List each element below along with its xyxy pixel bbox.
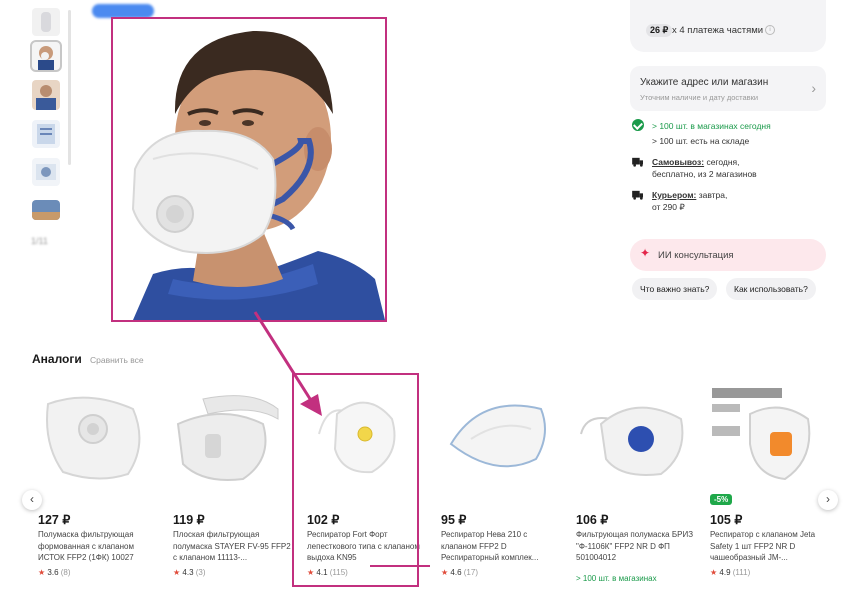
thumbnail-3[interactable]: [32, 80, 60, 110]
discount-badge: -5%: [710, 494, 733, 505]
address-subtitle: Уточним наличие и дату доставки: [640, 93, 759, 102]
product-image: [46, 396, 141, 480]
ai-consult-button[interactable]: ✦ ИИ консультация: [630, 239, 826, 271]
ai-consult-label: ИИ консультация: [658, 250, 734, 261]
carousel-prev-button[interactable]: ‹: [22, 490, 42, 510]
thumbnail-2[interactable]: [30, 40, 62, 72]
compare-all-link[interactable]: Сравнить все: [90, 355, 144, 365]
thumbnail-6[interactable]: [32, 200, 60, 220]
carousel-next-button[interactable]: ›: [818, 490, 838, 510]
info-icon[interactable]: i: [765, 25, 776, 36]
stock-stores: > 100 шт. в магазинах сегодня: [652, 121, 771, 131]
sparkle-icon: ✦: [640, 246, 651, 260]
product-card[interactable]: -5% 105 ₽ Респиратор с клапаном Jeta Saf…: [710, 384, 830, 589]
chevron-right-icon: ›: [826, 492, 830, 506]
chevron-left-icon: ‹: [30, 492, 34, 506]
product-price: 106 ₽: [576, 513, 609, 527]
star-icon: ★: [710, 568, 718, 577]
star-icon: ★: [441, 568, 449, 577]
product-price: 127 ₽: [38, 513, 71, 527]
pickup-info: Самовывоз: сегодня, бесплатно, из 2 мага…: [652, 157, 757, 179]
product-price: 95 ₽: [441, 513, 467, 527]
thumbnail-1[interactable]: [32, 8, 60, 36]
product-image: [318, 401, 396, 474]
product-card[interactable]: 102 ₽ Респиратор Fort Форт лепесткового …: [307, 384, 427, 589]
courier-link[interactable]: Курьером:: [652, 190, 696, 200]
address-selector[interactable]: Укажите адрес или магазин Уточним наличи…: [630, 66, 826, 111]
product-rating: ★ 4.9 (111): [710, 568, 751, 577]
product-rating: ★ 4.3 (3): [173, 568, 206, 577]
product-availability: > 100 шт. в магазинах: [576, 574, 657, 583]
star-icon: ★: [173, 568, 181, 577]
thumbnail-scrollbar[interactable]: [68, 10, 71, 165]
pickup-icon: [632, 157, 643, 167]
installment-price: 26 ₽: [646, 24, 673, 37]
product-price: 119 ₽: [173, 513, 205, 527]
product-name[interactable]: Респиратор с клапаном Jeta Safety 1 шт F…: [710, 529, 830, 564]
thumbnail-4[interactable]: [32, 120, 60, 148]
product-name[interactable]: Полумаска фильтрующая формованная с клап…: [38, 529, 158, 564]
product-rating: ★ 4.1 (115): [307, 568, 348, 577]
product-name[interactable]: Плоская фильтрующая полумаска STAYER FV-…: [173, 529, 293, 564]
product-card[interactable]: 127 ₽ Полумаска фильтрующая формованная …: [38, 384, 158, 589]
chevron-right-icon: ›: [811, 80, 816, 96]
product-price: 102 ₽: [307, 513, 340, 527]
product-image: [712, 388, 811, 481]
courier-icon: [632, 190, 643, 200]
product-name[interactable]: Респиратор Нева 210 с клапаном FFP2 D Ре…: [441, 529, 561, 564]
product-card[interactable]: 106 ₽ Фильтрующая полумаска БРИЗ "Ф-1106…: [576, 384, 696, 589]
chip-what-to-know[interactable]: Что важно знать?: [632, 278, 718, 300]
main-product-photo[interactable]: [111, 17, 387, 322]
product-name[interactable]: Респиратор Fort Форт лепесткового типа с…: [307, 529, 427, 564]
product-image: [580, 406, 684, 476]
product-image: [176, 395, 279, 481]
check-circle-icon: [632, 119, 644, 131]
pickup-link[interactable]: Самовывоз:: [652, 157, 704, 167]
star-icon: ★: [38, 568, 46, 577]
chip-how-to-use[interactable]: Как использовать?: [726, 278, 816, 300]
installment-text[interactable]: х 4 платежа частями i: [672, 25, 776, 36]
star-icon: ★: [307, 568, 315, 577]
product-name[interactable]: Фильтрующая полумаска БРИЗ "Ф-1106К" FFP…: [576, 529, 696, 564]
thumbnail-5[interactable]: [32, 158, 60, 186]
product-rating: ★ 4.6 (17): [441, 568, 478, 577]
product-card[interactable]: 95 ₽ Респиратор Нева 210 с клапаном FFP2…: [441, 384, 561, 589]
stock-warehouse: > 100 шт. есть на складе: [652, 136, 750, 146]
address-title: Укажите адрес или магазин: [640, 77, 769, 88]
product-card[interactable]: 119 ₽ Плоская фильтрующая полумаска STAY…: [173, 384, 293, 589]
gallery-counter: 1/11: [31, 236, 48, 246]
promo-badge: [92, 4, 154, 18]
product-image: [449, 404, 546, 468]
analogs-title: Аналоги: [32, 352, 82, 366]
courier-info: Курьером: завтра, от 290 ₽: [652, 190, 728, 212]
product-price: 105 ₽: [710, 513, 743, 527]
product-rating: ★ 3.6 (8): [38, 568, 71, 577]
